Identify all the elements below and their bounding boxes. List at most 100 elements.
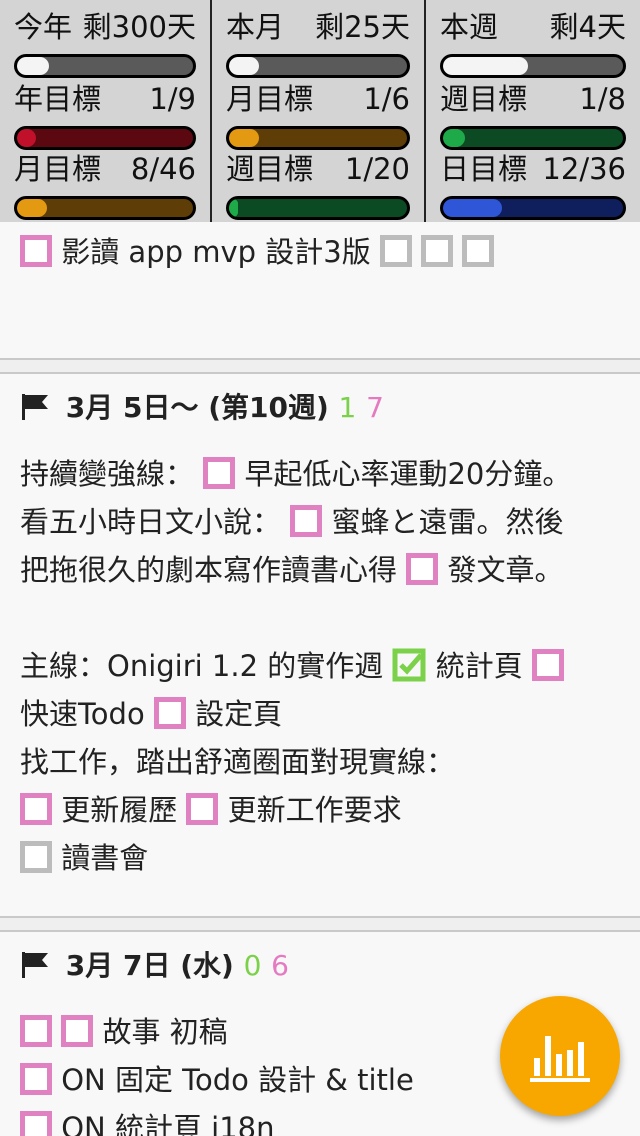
todo-text: 把拖很久的劇本寫作讀書心得 xyxy=(20,553,398,587)
card-title: 3月 7日 (水) xyxy=(65,949,234,982)
todo-text: 更新履歷 xyxy=(61,793,178,827)
todo-text: 早起低心率運動20分鐘。 xyxy=(244,457,572,491)
checkbox[interactable] xyxy=(421,235,454,267)
week-goal-progress-bar xyxy=(440,126,626,150)
week-goal-progress-fill-2 xyxy=(229,199,238,217)
entry-card-previous[interactable]: 影讀 app mvp 設計3版 xyxy=(0,222,640,360)
week-progress-bar xyxy=(440,54,626,78)
stat-value: 剩300天 xyxy=(82,10,196,44)
checkbox[interactable] xyxy=(20,841,52,873)
year-progress-fill xyxy=(17,57,49,75)
todo-line: 讀書會 xyxy=(20,840,148,876)
card-header: 3月 7日 (水) 0 6 xyxy=(20,948,289,984)
checkbox[interactable] xyxy=(379,235,412,267)
stat-label: 今年 xyxy=(14,10,73,44)
todo-text: 更新工作要求 xyxy=(227,793,402,827)
checkbox[interactable] xyxy=(20,793,52,825)
stat-label: 日目標 xyxy=(440,152,528,186)
month-goal-progress-bar-2 xyxy=(14,196,196,220)
checkbox[interactable] xyxy=(20,1015,52,1047)
month-goal-progress-bar xyxy=(226,126,410,150)
checkbox[interactable] xyxy=(20,1063,52,1095)
todo-line: 找工作，踏出舒適圈面對現實線： xyxy=(20,744,455,780)
year-goal-stat: 年目標 1/9 xyxy=(14,82,196,152)
todo-line: 故事 初稿 xyxy=(20,1014,228,1050)
bar-chart-icon xyxy=(530,1036,590,1082)
checkbox[interactable] xyxy=(153,697,186,729)
entry-card-week10[interactable]: 3月 5日～ (第10週) 1 7 持續變強線： 早起低心率運動20分鐘。 看五… xyxy=(0,372,640,918)
stat-label: 月目標 xyxy=(14,152,102,186)
checkbox[interactable] xyxy=(462,235,495,267)
todo-text: 統計頁 xyxy=(435,649,523,683)
stats-column-month: 本月 剩25天 月目標 1/6 週目標 1/20 xyxy=(212,0,426,226)
month-goal-progress-fill-2 xyxy=(17,199,47,217)
todo-text: ON 統計頁 i18n xyxy=(61,1111,275,1136)
stat-label: 月目標 xyxy=(226,82,314,116)
checkbox[interactable] xyxy=(186,793,219,825)
todo-line: ON 固定 Todo 設計 & title xyxy=(20,1062,414,1098)
todo-line: 更新履歷 更新工作要求 xyxy=(20,792,402,828)
month-goal-stat: 月目標 1/6 xyxy=(226,82,410,152)
year-goal-progress-fill xyxy=(17,129,37,147)
checkmark-icon[interactable] xyxy=(392,648,426,682)
stats-column-week: 本週 剩4天 週目標 1/8 日目標 12/36 xyxy=(426,0,640,226)
month-progress-fill xyxy=(229,57,260,75)
todo-text: 快速Todo xyxy=(20,697,145,731)
todo-text: 影讀 app mvp 設計3版 xyxy=(61,235,371,269)
card-header: 3月 5日～ (第10週) 1 7 xyxy=(20,390,384,426)
stat-label: 週目標 xyxy=(226,152,314,186)
checkbox[interactable] xyxy=(290,505,323,537)
week-goal-stat: 週目標 1/8 xyxy=(440,82,626,152)
month-progress-bar xyxy=(226,54,410,78)
year-goal-progress-bar xyxy=(14,126,196,150)
done-count: 1 xyxy=(338,391,357,424)
todo-line: 影讀 app mvp 設計3版 xyxy=(20,234,495,270)
week-progress-fill xyxy=(443,57,528,75)
stats-column-year: 今年 剩300天 年目標 1/9 月目標 8/46 xyxy=(0,0,212,226)
day-goal-progress-bar xyxy=(440,196,626,220)
todo-text: ON 固定 Todo 設計 & title xyxy=(61,1063,414,1097)
checkbox[interactable] xyxy=(203,457,236,489)
day-goal-stat: 日目標 12/36 xyxy=(440,152,626,222)
checkbox[interactable] xyxy=(20,1111,52,1136)
stat-value: 12/36 xyxy=(542,152,626,186)
month-goal-stat-2: 月目標 8/46 xyxy=(14,152,196,222)
stat-value: 1/8 xyxy=(579,82,626,116)
stats-fab-button[interactable] xyxy=(500,996,620,1116)
todo-count: 6 xyxy=(271,949,289,982)
todo-line: 把拖很久的劇本寫作讀書心得 發文章。 xyxy=(20,552,563,588)
stat-value: 1/6 xyxy=(363,82,410,116)
todo-count: 7 xyxy=(366,391,384,424)
flag-icon xyxy=(22,394,48,420)
checkbox[interactable] xyxy=(531,649,564,681)
stat-label: 週目標 xyxy=(440,82,528,116)
week-goal-progress-fill xyxy=(443,129,465,147)
todo-text: 看五小時日文小說： xyxy=(20,505,282,539)
todo-line: 持續變強線： 早起低心率運動20分鐘。 xyxy=(20,456,571,492)
day-goal-progress-fill xyxy=(443,199,503,217)
stat-value: 1/20 xyxy=(344,152,410,186)
checkbox[interactable] xyxy=(406,553,439,585)
todo-text: 蜜蜂と遠雷。然後 xyxy=(331,505,564,539)
todo-text: 讀書會 xyxy=(61,841,149,875)
stat-label: 年目標 xyxy=(14,82,102,116)
stat-value: 剩4天 xyxy=(549,10,626,44)
todo-text: 故事 初稿 xyxy=(102,1015,228,1049)
stat-value: 1/9 xyxy=(149,82,196,116)
week-goal-stat-2: 週目標 1/20 xyxy=(226,152,410,222)
week-remaining-stat: 本週 剩4天 xyxy=(440,10,626,80)
todo-line: 主線：Onigiri 1.2 的實作週 統計頁 xyxy=(20,648,564,684)
week-goal-progress-bar-2 xyxy=(226,196,410,220)
checkbox[interactable] xyxy=(20,235,52,267)
stat-label: 本月 xyxy=(226,10,285,44)
stat-value: 剩25天 xyxy=(315,10,410,44)
month-goal-progress-fill xyxy=(229,129,260,147)
card-title: 3月 5日～ (第10週) xyxy=(65,391,329,424)
todo-text: 發文章。 xyxy=(447,553,564,587)
year-remaining-stat: 今年 剩300天 xyxy=(14,10,196,80)
todo-text: 找工作，踏出舒適圈面對現實線： xyxy=(20,745,456,779)
checkbox[interactable] xyxy=(61,1015,94,1047)
year-progress-bar xyxy=(14,54,196,78)
todo-line: 看五小時日文小說： 蜜蜂と遠雷。然後 xyxy=(20,504,563,540)
todo-text: 持續變強線： xyxy=(20,457,195,491)
